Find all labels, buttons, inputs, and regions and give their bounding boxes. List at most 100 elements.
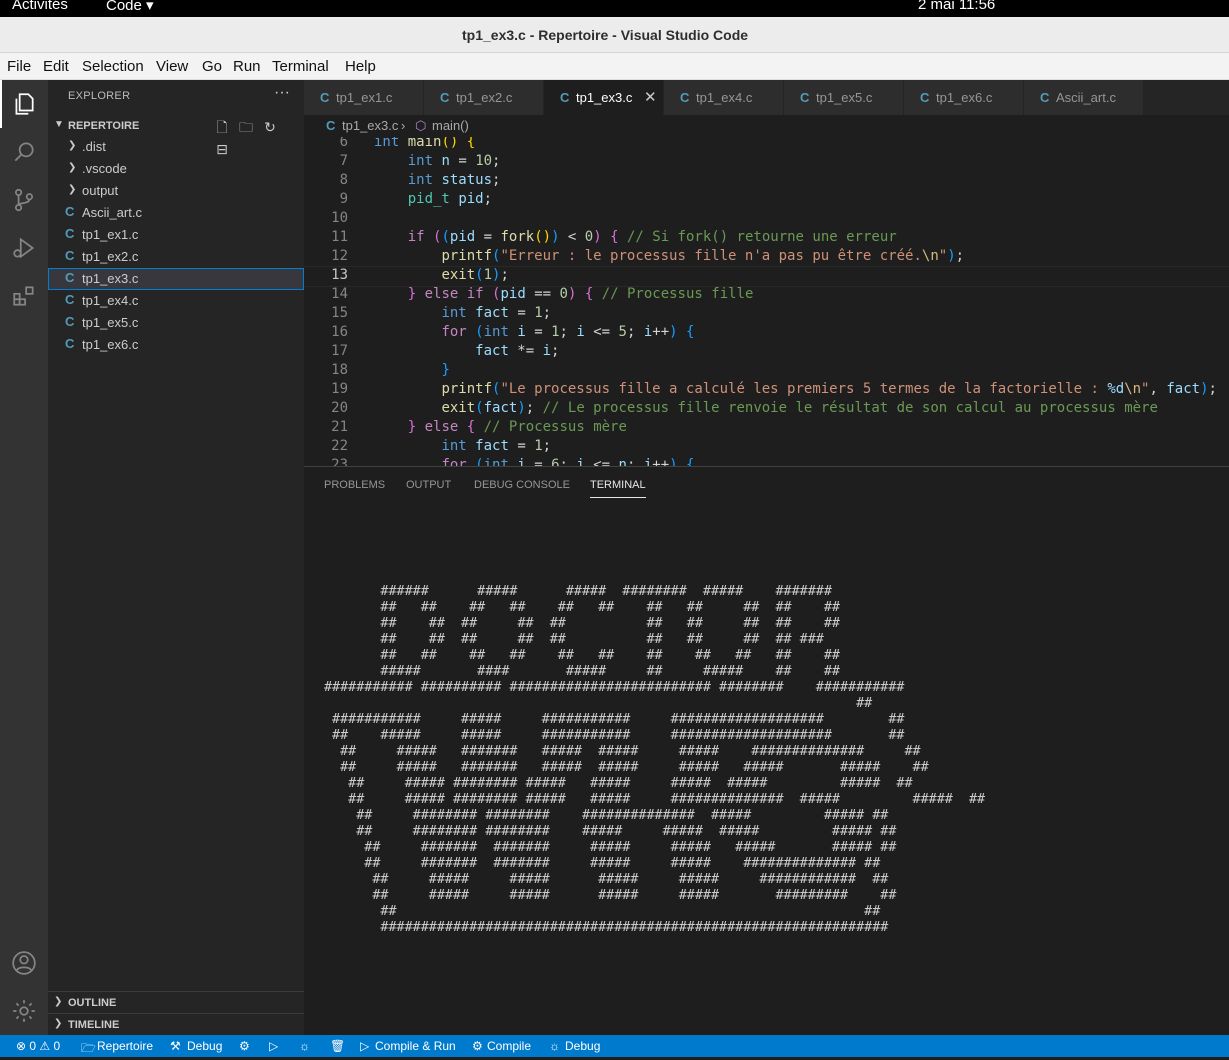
chevron-right-icon: › <box>401 118 406 133</box>
tab-problems[interactable]: PROBLEMS <box>324 479 385 491</box>
menu-file[interactable]: File <box>7 58 31 75</box>
code-line: 19 printf("Le processus fille a calculé … <box>331 381 1217 397</box>
account-icon[interactable] <box>0 939 48 987</box>
terminal-line: ## ## <box>324 904 881 919</box>
refresh-icon[interactable]: ↻ <box>258 119 282 136</box>
system-top-bar: Activités Code ▾ 2 mai 11:56 <box>0 0 1229 17</box>
repo-section-header[interactable]: ▼ REPERTOIRE 🗋 🗀 ↻⊟ <box>48 116 304 157</box>
explorer-icon[interactable] <box>0 80 48 128</box>
compile-run-button[interactable]: Compile & Run <box>375 1039 456 1053</box>
c-file-icon: C <box>560 90 570 105</box>
problems-indicator[interactable]: ⊗ 0 ⚠ 0 <box>16 1039 60 1053</box>
chevron-right-icon: ❯ <box>68 184 77 195</box>
terminal-line: ########### ##### ########### ##########… <box>324 712 905 727</box>
gear-icon: ⚙ <box>472 1039 483 1053</box>
file-item[interactable]: C tp1_ex4.c <box>48 290 304 312</box>
clock[interactable]: 2 mai 11:56 <box>918 0 995 13</box>
code-line: 11 if ((pid = fork()) < 0) { // Si fork(… <box>331 229 897 245</box>
chevron-right-icon: ❯ <box>54 996 63 1007</box>
c-file-icon: C <box>680 90 690 105</box>
c-file-icon: C <box>65 248 75 263</box>
tab-ascii-art[interactable]: C Ascii_art.c <box>1024 80 1144 115</box>
tab-tp1-ex2[interactable]: Ctp1_ex2.c <box>424 80 544 115</box>
folder-status[interactable]: Repertoire <box>97 1039 153 1053</box>
c-file-icon: C <box>320 90 330 105</box>
file-item[interactable]: C tp1_ex5.c <box>48 312 304 334</box>
terminal-output[interactable]: ###### ##### ##### ######## ##### ######… <box>324 584 985 936</box>
folder-item[interactable]: ❯ output <box>48 180 304 202</box>
code-line: 16 for (int i = 1; i <= 5; i++) { <box>331 324 695 340</box>
file-item[interactable]: C tp1_ex2.c <box>48 246 304 268</box>
activities-button[interactable]: Activités <box>12 0 68 13</box>
terminal-line: ## ##### ####### ##### ##### ##### #####… <box>324 760 929 775</box>
file-item[interactable]: C Ascii_art.c <box>48 202 304 224</box>
terminal-line: ########################################… <box>324 920 889 935</box>
folder-item[interactable]: ❯ .vscode <box>48 158 304 180</box>
timeline-section-header[interactable]: ❯ TIMELINE <box>48 1013 304 1035</box>
code-line: 23 for (int i = 6; i <= n; i++) { <box>331 457 695 466</box>
menu-terminal[interactable]: Terminal <box>272 58 329 75</box>
menu-selection[interactable]: Selection <box>82 58 144 75</box>
search-icon[interactable] <box>0 128 48 176</box>
menu-run[interactable]: Run <box>233 58 261 75</box>
source-control-icon[interactable] <box>0 176 48 224</box>
window-title-bar: tp1_ex3.c - Repertoire - Visual Studio C… <box>0 17 1229 53</box>
file-item-selected[interactable]: C tp1_ex3.c <box>48 268 304 290</box>
file-item[interactable]: C tp1_ex6.c <box>48 334 304 356</box>
extensions-icon[interactable] <box>0 272 48 320</box>
app-menu-button[interactable]: Code ▾ <box>106 0 154 14</box>
breadcrumb-symbol[interactable]: main() <box>432 118 469 133</box>
c-file-icon: C <box>65 314 75 329</box>
tab-tp1-ex1[interactable]: Ctp1_ex1.c <box>304 80 424 115</box>
close-icon[interactable]: ✕ <box>644 88 657 106</box>
terminal-line: ## ####### ####### ##### ##### #########… <box>324 856 881 871</box>
settings-gear-icon[interactable] <box>0 987 48 1035</box>
code-line: 17 fact *= i; <box>331 343 560 359</box>
terminal-line: ## ## ## ## ## ## ## ## ## ### <box>324 632 824 647</box>
compile-button[interactable]: Compile <box>487 1039 531 1053</box>
menu-help[interactable]: Help <box>345 58 376 75</box>
repo-name: REPERTOIRE <box>68 120 140 132</box>
debug-tool-status[interactable]: Debug <box>187 1039 222 1053</box>
bottom-panel: PROBLEMS OUTPUT DEBUG CONSOLE TERMINAL #… <box>304 466 1229 1035</box>
code-line: 21 } else { // Processus mère <box>331 419 627 435</box>
window-title: tp1_ex3.c - Repertoire - Visual Studio C… <box>462 27 749 43</box>
tab-terminal[interactable]: TERMINAL <box>590 479 646 498</box>
terminal-line: ## <box>324 696 873 711</box>
activity-bar <box>0 80 48 1035</box>
menu-bar: File Edit Selection View Go Run Terminal… <box>0 53 1229 80</box>
menu-go[interactable]: Go <box>202 58 222 75</box>
terminal-line: ###### ##### ##### ######## ##### ######… <box>324 584 832 599</box>
menu-view[interactable]: View <box>156 58 188 75</box>
chevron-right-icon: ❯ <box>68 140 77 151</box>
tab-tp1-ex4[interactable]: Ctp1_ex4.c <box>664 80 784 115</box>
bug-icon[interactable]: ☼ <box>299 1039 310 1053</box>
trash-icon[interactable]: 🗑 <box>330 1039 345 1053</box>
code-line: 9 pid_t pid; <box>339 191 493 207</box>
gear-icon[interactable]: ⚙ <box>239 1039 250 1053</box>
tab-output[interactable]: OUTPUT <box>406 479 451 491</box>
code-line: 14 } else if (pid == 0) { // Processus f… <box>331 286 754 302</box>
tab-tp1-ex6[interactable]: Ctp1_ex6.c <box>904 80 1024 115</box>
breadcrumb-file[interactable]: tp1_ex3.c <box>342 118 398 133</box>
terminal-line: ##### #### ##### ## ##### ## ## <box>324 664 840 679</box>
debug-button[interactable]: Debug <box>565 1039 600 1053</box>
play-icon[interactable]: ▷ <box>269 1039 278 1053</box>
editor-tabs: Ctp1_ex1.c Ctp1_ex2.c Ctp1_ex3.c ✕ Ctp1_e… <box>304 80 1229 115</box>
file-item[interactable]: C tp1_ex1.c <box>48 224 304 246</box>
terminal-line: ## ##### ##### ##### ##### ############ … <box>324 872 889 887</box>
c-file-icon: C <box>1040 90 1050 105</box>
outline-section-header[interactable]: ❯ OUTLINE <box>48 991 304 1013</box>
chevron-right-icon: ❯ <box>54 1018 63 1029</box>
tab-tp1-ex5[interactable]: Ctp1_ex5.c <box>784 80 904 115</box>
c-file-icon: C <box>800 90 810 105</box>
tab-tp1-ex3[interactable]: Ctp1_ex3.c ✕ <box>544 80 664 115</box>
code-line: 10 <box>331 210 348 226</box>
run-debug-icon[interactable] <box>0 224 48 272</box>
more-actions-icon[interactable]: ··· <box>274 84 290 102</box>
folder-item[interactable]: ❯ .dist <box>48 136 304 158</box>
terminal-line: ## ##### ####### ##### ##### ##### #####… <box>324 744 921 759</box>
menu-edit[interactable]: Edit <box>43 58 69 75</box>
code-editor[interactable]: 6 int main() { 7 int n = 10; 8 int status… <box>304 137 1229 466</box>
tab-debug-console[interactable]: DEBUG CONSOLE <box>474 479 570 491</box>
